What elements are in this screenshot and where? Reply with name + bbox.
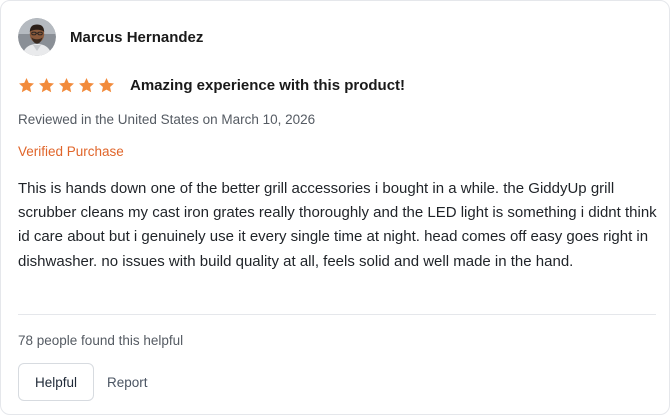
review-header: Marcus Hernandez	[18, 18, 203, 56]
star-icon	[79, 77, 94, 92]
review-card: Marcus Hernandez Amazing experience with…	[0, 0, 670, 415]
review-meta: Reviewed in the United States on March 1…	[18, 112, 316, 127]
report-link[interactable]: Report	[107, 375, 148, 390]
divider	[18, 314, 656, 315]
helpful-button[interactable]: Helpful	[18, 363, 95, 401]
verified-purchase-badge: Verified Purchase	[18, 144, 124, 159]
reviewer-name: Marcus Hernandez	[70, 28, 204, 46]
star-icon	[39, 77, 54, 92]
review-title: Amazing experience with this product!	[130, 76, 406, 94]
review-body: This is hands down one of the better gri…	[18, 180, 657, 270]
star-icon	[59, 77, 74, 92]
rating-row: Amazing experience with this product!	[18, 75, 405, 95]
star-icon	[19, 77, 34, 92]
review-actions: Helpful Report	[18, 363, 148, 401]
star-rating	[18, 77, 118, 94]
avatar[interactable]	[18, 18, 56, 56]
star-icon	[99, 77, 114, 92]
helpful-count: 78 people found this helpful	[18, 333, 184, 348]
